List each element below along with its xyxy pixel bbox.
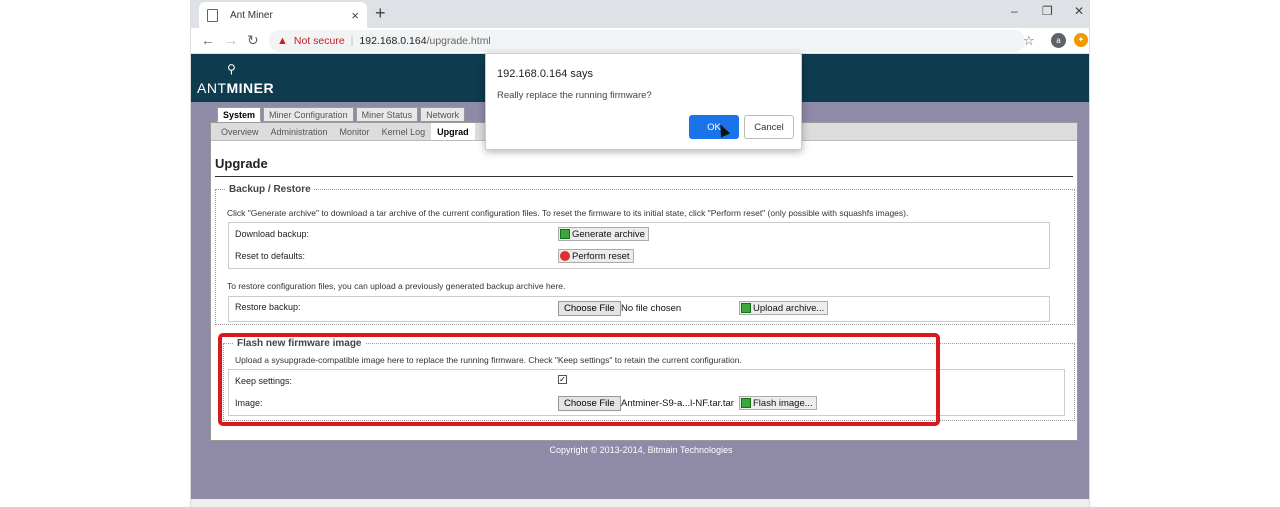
copyright-text: Copyright © 2013-2014, Bitmain Technolog…	[549, 445, 733, 455]
red-reset-icon	[560, 251, 570, 261]
url-host: 192.168.0.164	[359, 35, 427, 47]
page-title: Upgrade	[215, 156, 268, 171]
cancel-button[interactable]: Cancel	[744, 115, 794, 139]
bookmark-star-icon[interactable]: ☆	[1023, 33, 1035, 49]
perform-reset-button[interactable]: Perform reset	[558, 249, 634, 263]
backup-legend: Backup / Restore	[226, 184, 314, 195]
green-action-icon	[560, 229, 570, 239]
generate-archive-button[interactable]: Generate archive	[558, 227, 649, 241]
back-icon[interactable]: ←	[201, 32, 215, 48]
restore-row: Restore backup: Choose File No file chos…	[228, 296, 1050, 322]
ok-button[interactable]: OK	[689, 115, 739, 139]
reset-defaults-label: Reset to defaults:	[235, 251, 306, 261]
subtab-upgrade[interactable]: Upgrad	[431, 123, 475, 140]
backup-rows: Download backup: Generate archive Reset …	[228, 222, 1050, 269]
subtab-administration[interactable]: Administration	[265, 123, 334, 140]
antenna-icon: ⚲	[227, 62, 236, 76]
subtab-kernel-log[interactable]: Kernel Log	[376, 123, 432, 140]
restore-description: To restore configuration files, you can …	[227, 281, 566, 291]
restore-file-status: No file chosen	[621, 303, 682, 314]
highlight-annotation	[218, 333, 940, 426]
warning-icon: ▲	[277, 35, 288, 47]
new-tab-icon[interactable]: +	[375, 3, 386, 24]
forward-icon[interactable]: →	[224, 32, 238, 48]
security-label[interactable]: Not secure	[294, 35, 345, 47]
minimize-icon[interactable]: –	[1011, 4, 1018, 18]
window-close-icon[interactable]: ✕	[1074, 4, 1084, 18]
url-path: /upgrade.html	[426, 35, 491, 47]
tab-title: Ant Miner	[230, 9, 273, 21]
restore-choose-file-button[interactable]: Choose File	[558, 301, 621, 316]
subtab-overview[interactable]: Overview	[215, 123, 265, 140]
backup-restore-section: Backup / Restore Click "Generate archive…	[215, 184, 1075, 325]
confirm-dialog: 192.168.0.164 says Really replace the ru…	[485, 53, 802, 150]
tab-system[interactable]: System	[217, 107, 262, 122]
tab-network[interactable]: Network	[420, 107, 466, 122]
tab-close-icon[interactable]: ×	[351, 8, 359, 23]
tab-miner-configuration[interactable]: Miner Configuration	[263, 107, 354, 122]
main-tabs: System Miner Configuration Miner Status …	[217, 107, 466, 122]
dialog-title: 192.168.0.164 says	[497, 68, 594, 80]
horizontal-scrollbar[interactable]	[191, 499, 1089, 507]
backup-description: Click "Generate archive" to download a t…	[227, 208, 909, 218]
subtab-monitor[interactable]: Monitor	[334, 123, 376, 140]
logo-text-bold: MINER	[226, 80, 275, 96]
browser-tab[interactable]: Ant Miner ×	[199, 2, 367, 28]
title-divider	[215, 176, 1073, 177]
extension-icon[interactable]: ✦	[1074, 33, 1088, 47]
profile-avatar[interactable]: a	[1051, 33, 1066, 48]
url-separator: |	[350, 35, 354, 47]
browser-toolbar: ← → ↻ ▲ Not secure | 192.168.0.164 /upgr…	[191, 28, 1089, 54]
dialog-message: Really replace the running firmware?	[497, 90, 652, 101]
maximize-icon[interactable]: ❐	[1042, 4, 1053, 18]
green-action-icon	[741, 303, 751, 313]
reload-icon[interactable]: ↻	[247, 32, 259, 49]
restore-backup-label: Restore backup:	[235, 302, 301, 312]
logo-text-thin: ANT	[197, 80, 227, 96]
download-backup-label: Download backup:	[235, 229, 310, 239]
tab-strip: Ant Miner × + – ❐ ✕	[191, 0, 1089, 28]
page-icon	[207, 8, 218, 22]
upload-archive-button[interactable]: Upload archive...	[739, 301, 829, 315]
address-bar[interactable]: ▲ Not secure | 192.168.0.164 /upgrade.ht…	[269, 30, 1025, 52]
tab-miner-status[interactable]: Miner Status	[355, 107, 419, 122]
